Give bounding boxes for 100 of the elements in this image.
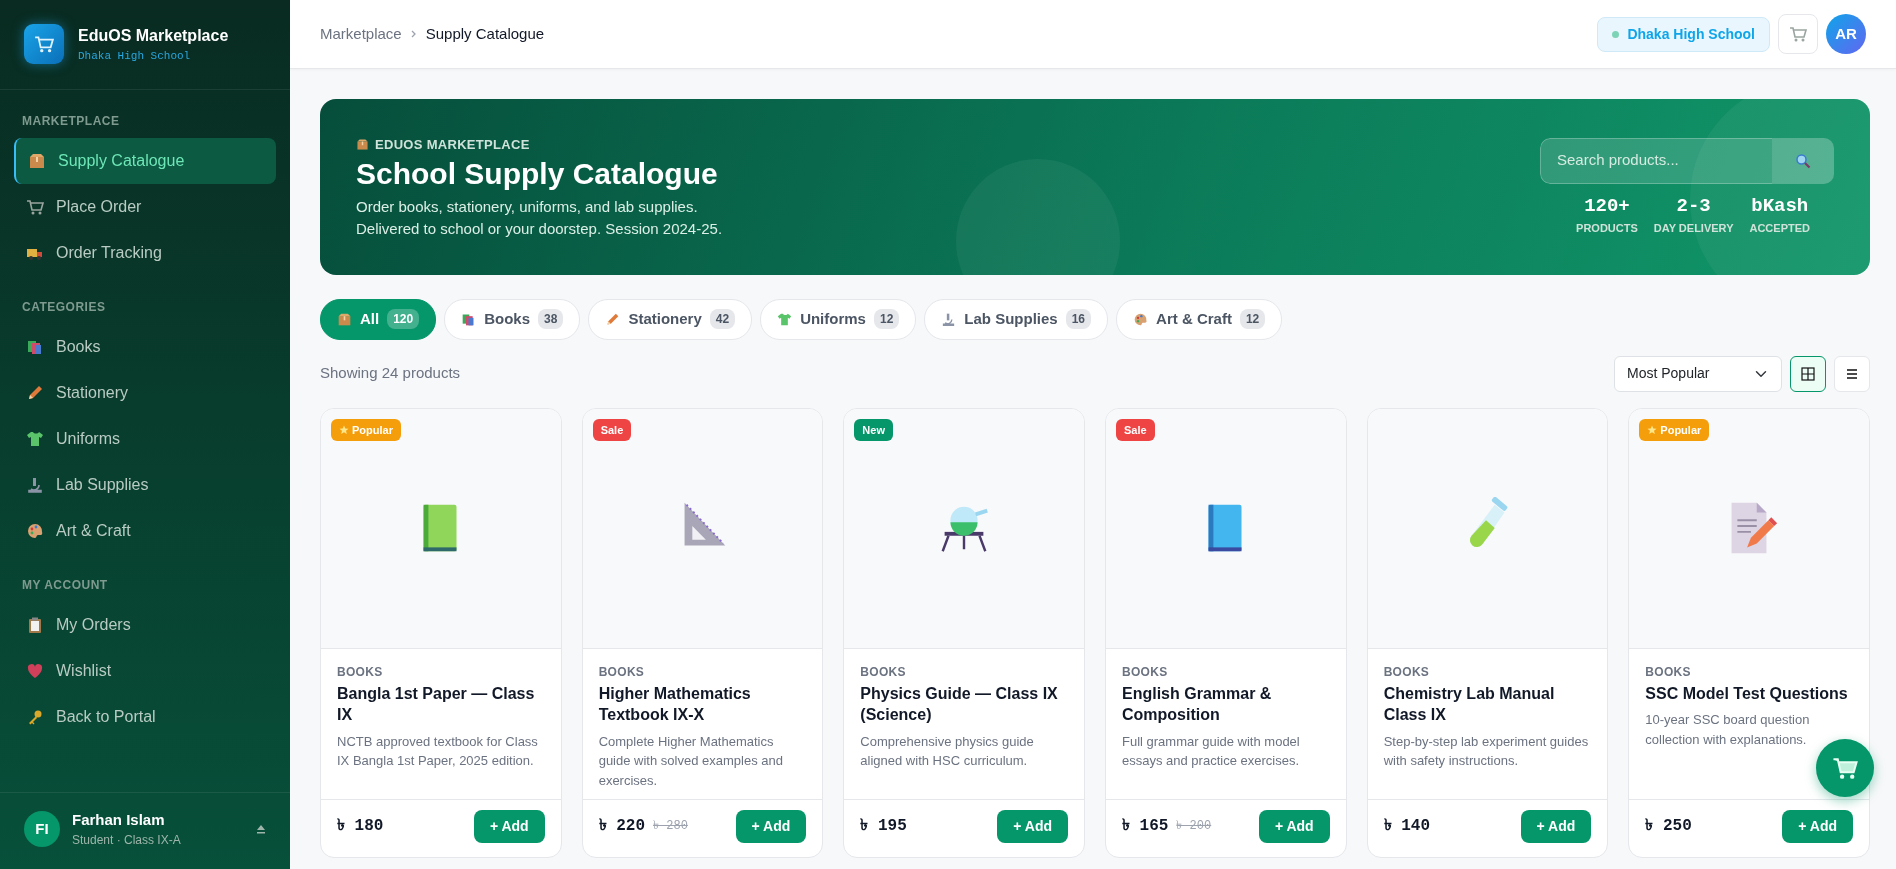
sidebar-item[interactable]: Art & Craft: [14, 507, 276, 554]
brand-title: EduOS Marketplace: [78, 26, 229, 46]
user-avatar: FI: [24, 810, 60, 847]
sort-dropdown[interactable]: Most Popular: [1614, 355, 1782, 392]
section-heading: MY ACCOUNT: [21, 576, 109, 594]
user-avatar[interactable]: AR: [1826, 14, 1866, 54]
box-icon: [337, 311, 352, 327]
heart-icon: [26, 661, 44, 680]
stat-label: DAY DELIVERY: [1653, 221, 1734, 236]
palette-icon: [26, 521, 44, 540]
product-price: ৳ 195: [860, 816, 907, 837]
sidebar-item[interactable]: Supply Catalogue: [14, 137, 276, 184]
school-badge: Dhaka High School: [1597, 16, 1770, 52]
stat-value: bKash: [1750, 193, 1810, 219]
original-price: ৳ 200: [1176, 818, 1212, 835]
product-category: BOOKS: [337, 663, 384, 681]
product-name: Higher Mathematics Textbook IX-X: [598, 683, 752, 726]
cart-icon: [26, 197, 44, 216]
star-icon: [339, 424, 349, 435]
breadcrumb-link[interactable]: Marketplace: [320, 22, 402, 46]
product-name: English Grammar & Composition: [1122, 683, 1273, 726]
filter-chip[interactable]: All 120: [320, 299, 437, 340]
product-category: BOOKS: [1645, 663, 1692, 681]
sidebar-item[interactable]: Books: [14, 323, 276, 370]
product-badge: Sale: [592, 418, 632, 441]
filter-chip[interactable]: Stationery 42: [588, 299, 753, 340]
product-name: Chemistry Lab Manual Class IX: [1383, 683, 1556, 726]
product-description: 10-year SSC board question collection with explanations.: [1645, 711, 1811, 749]
section-heading: CATEGORIES: [21, 298, 107, 316]
original-price: ৳ 280: [653, 818, 688, 835]
clipboard-icon: [26, 615, 44, 634]
sidebar-item[interactable]: Uniforms: [14, 415, 276, 462]
stat-value: 120+: [1583, 193, 1631, 219]
search-icon: [1795, 152, 1811, 169]
product-description: Step-by-step lab experiment guides with safety instructions.: [1383, 732, 1590, 771]
add-button[interactable]: + Add: [473, 809, 545, 843]
pencil-icon: [605, 311, 621, 327]
product-price: ৳ 165: [1122, 816, 1169, 837]
list-view-button[interactable]: [1834, 355, 1870, 392]
product-badge: Popular: [331, 418, 401, 441]
section-heading: MARKETPLACE: [21, 112, 121, 130]
product-name: Bangla 1st Paper — Class IX: [337, 683, 536, 726]
add-button[interactable]: + Add: [1258, 809, 1330, 843]
count-badge: 12: [1239, 309, 1266, 330]
eject-icon[interactable]: [256, 823, 266, 834]
filter-chip[interactable]: Art & Craft 12: [1116, 299, 1283, 340]
product-price: ৳ 250: [1645, 816, 1692, 837]
school-name: Dhaka High School: [78, 49, 192, 64]
product-description: Complete Higher Mathematics guide with solved examples and exercises.: [598, 732, 784, 790]
breadcrumb-current: Supply Catalogue: [425, 23, 545, 44]
product-price: ৳ 180: [337, 816, 384, 837]
hero-title: School Supply Catalogue: [356, 156, 719, 192]
product-badge: Popular: [1639, 418, 1710, 441]
product-name: Physics Guide — Class IX (Science): [860, 683, 1059, 726]
box-icon: [28, 151, 46, 170]
sidebar-item[interactable]: Lab Supplies: [14, 461, 276, 508]
sidebar-item[interactable]: My Orders: [14, 601, 276, 648]
sidebar-item[interactable]: Order Tracking: [14, 229, 276, 276]
add-button[interactable]: + Add: [1782, 809, 1853, 843]
stat-label: ACCEPTED: [1749, 221, 1810, 236]
grid-icon: [1800, 365, 1816, 382]
product-category: BOOKS: [1122, 663, 1169, 681]
hero-description: Order books, stationery, uniforms, and lab supplies. Delivered to school or your doorstep. Session 2024-25.: [356, 197, 723, 239]
product-description: Comprehensive physics guide aligned with HSC curriculum.: [860, 732, 1035, 771]
count-badge: 38: [538, 309, 564, 330]
shirt-icon: [26, 429, 44, 448]
sidebar-item[interactable]: Place Order: [14, 183, 276, 230]
count-badge: 16: [1065, 309, 1092, 330]
cart-logo-icon: [24, 24, 64, 65]
stat-value: 2-3: [1675, 193, 1712, 219]
product-badge: New: [854, 418, 893, 441]
microscope-icon: [26, 475, 44, 494]
filter-chip[interactable]: Lab Supplies 16: [924, 299, 1109, 340]
sidebar-item[interactable]: Stationery: [14, 369, 276, 416]
add-button[interactable]: + Add: [997, 809, 1068, 843]
filter-chip[interactable]: Books 38: [444, 299, 581, 340]
product-category: BOOKS: [860, 663, 907, 681]
product-description: Full grammar guide with model essays and practice exercises.: [1122, 732, 1301, 771]
hero-eyebrow: EDUOS MARKETPLACE: [375, 135, 530, 154]
microscope-icon: [941, 311, 957, 327]
product-description: NCTB approved textbook for Class IX Bangla 1st Paper, 2025 edition.: [337, 732, 539, 771]
cart-icon: [1832, 755, 1858, 781]
product-category: BOOKS: [598, 663, 646, 681]
add-button[interactable]: + Add: [1520, 809, 1592, 843]
add-button[interactable]: + Add: [735, 809, 807, 843]
star-icon: [1647, 424, 1658, 435]
user-role: Student · Class IX-A: [72, 832, 181, 849]
pencil-icon: [26, 383, 44, 402]
chevron-icon: [409, 29, 418, 39]
product-price: ৳ 140: [1383, 816, 1431, 837]
sidebar-item[interactable]: Wishlist: [14, 647, 276, 694]
sidebar-item[interactable]: Back to Portal: [14, 693, 276, 740]
product-price: ৳ 220: [598, 816, 646, 837]
product-badge: Sale: [1116, 418, 1155, 441]
count-badge: 12: [873, 309, 900, 330]
cart-icon: [1789, 25, 1807, 43]
filter-chip[interactable]: Uniforms 12: [760, 299, 917, 340]
count-badge: 120: [387, 309, 420, 330]
grid-view-button[interactable]: [1790, 355, 1826, 392]
box-icon: [356, 137, 369, 151]
